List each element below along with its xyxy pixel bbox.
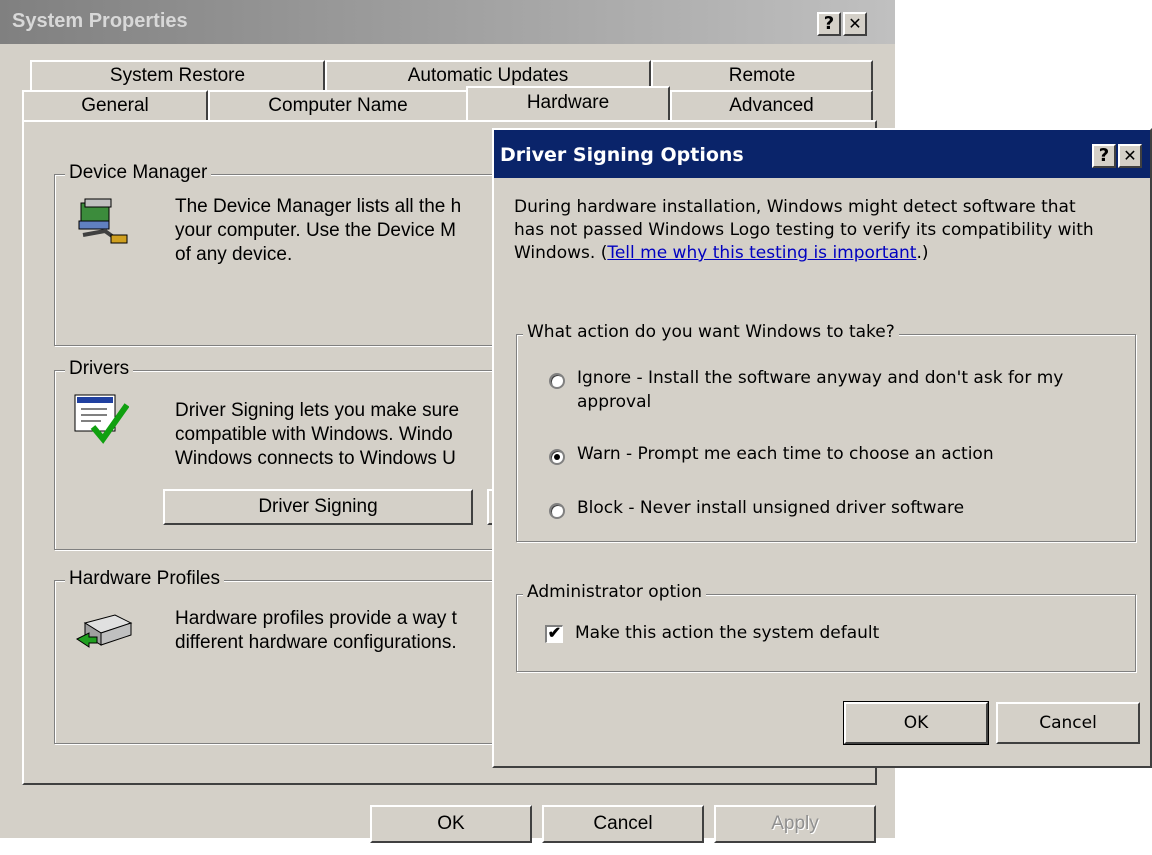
tab-computer-name[interactable]: Computer Name xyxy=(208,90,468,120)
ignore-label-line-1[interactable]: Ignore - Install the software anyway and… xyxy=(577,367,1063,390)
warn-label[interactable]: Warn - Prompt me each time to choose an … xyxy=(577,443,994,466)
system-properties-titlebar[interactable]: System Properties ? ✕ xyxy=(0,0,895,44)
intro-suffix: .) xyxy=(916,243,929,263)
radio-warn[interactable] xyxy=(549,449,565,465)
device-manager-line-2: your computer. Use the Device M xyxy=(175,220,456,241)
hardware-profiles-icon xyxy=(76,614,133,648)
testing-info-link[interactable]: Tell me why this testing is important xyxy=(607,243,916,263)
dialog-cancel-button[interactable]: Cancel xyxy=(996,702,1140,744)
ignore-label-line-2[interactable]: approval xyxy=(577,391,651,414)
driver-signing-button[interactable]: Driver Signing xyxy=(163,489,473,525)
action-group: What action do you want Windows to take?… xyxy=(516,322,1136,542)
intro-line-3: Windows. (Tell me why this testing is im… xyxy=(514,242,928,265)
drivers-title: Drivers xyxy=(65,358,134,380)
intro-prefix: Windows. ( xyxy=(514,243,608,263)
block-label[interactable]: Block - Never install unsigned driver so… xyxy=(577,497,964,520)
action-group-title: What action do you want Windows to take? xyxy=(523,322,899,342)
hardware-profiles-line-2: different hardware configurations. xyxy=(175,632,457,653)
device-manager-line-3: of any device. xyxy=(175,244,293,265)
driver-signing-options-dialog: Driver Signing Options ? ✕ During hardwa… xyxy=(492,128,1152,768)
device-manager-title: Device Manager xyxy=(65,162,212,184)
tab-hardware[interactable]: Hardware xyxy=(466,86,670,120)
intro-line-1: During hardware installation, Windows mi… xyxy=(514,197,1076,217)
driver-signing-icon xyxy=(74,394,129,444)
device-manager-icon xyxy=(78,198,128,244)
cancel-button[interactable]: Cancel xyxy=(542,805,704,843)
administrator-option-title: Administrator option xyxy=(523,582,707,602)
hardware-profiles-line-1: Hardware profiles provide a way t xyxy=(175,608,457,629)
dialog-title: Driver Signing Options xyxy=(500,144,744,166)
dialog-ok-button[interactable]: OK xyxy=(843,701,989,745)
system-default-label[interactable]: Make this action the system default xyxy=(575,622,879,645)
tab-system-restore[interactable]: System Restore xyxy=(30,60,325,90)
intro-line-2: has not passed Windows Logo testing to v… xyxy=(514,220,1094,240)
close-button[interactable]: ✕ xyxy=(1118,144,1142,168)
radio-ignore[interactable] xyxy=(549,373,565,389)
ok-button[interactable]: OK xyxy=(370,805,532,843)
drivers-line-3: Windows connects to Windows U xyxy=(175,448,456,469)
help-button[interactable]: ? xyxy=(817,12,841,36)
tab-remote[interactable]: Remote xyxy=(651,60,873,90)
window-title: System Properties xyxy=(12,10,188,32)
drivers-line-1: Driver Signing lets you make sure xyxy=(175,400,460,421)
apply-button[interactable]: Apply xyxy=(714,805,876,843)
close-button[interactable]: ✕ xyxy=(843,12,867,36)
hardware-profiles-title: Hardware Profiles xyxy=(65,568,224,590)
radio-block[interactable] xyxy=(549,503,565,519)
tab-advanced[interactable]: Advanced xyxy=(670,90,873,120)
administrator-option-group: Administrator option ✔ Make this action … xyxy=(516,582,1136,672)
drivers-line-2: compatible with Windows. Windo xyxy=(175,424,453,445)
tab-general[interactable]: General xyxy=(22,90,208,120)
device-manager-line-1: The Device Manager lists all the h xyxy=(175,196,462,217)
driver-signing-titlebar[interactable]: Driver Signing Options ? ✕ xyxy=(494,130,1150,178)
system-default-checkbox[interactable]: ✔ xyxy=(545,625,563,643)
help-button[interactable]: ? xyxy=(1092,144,1116,168)
